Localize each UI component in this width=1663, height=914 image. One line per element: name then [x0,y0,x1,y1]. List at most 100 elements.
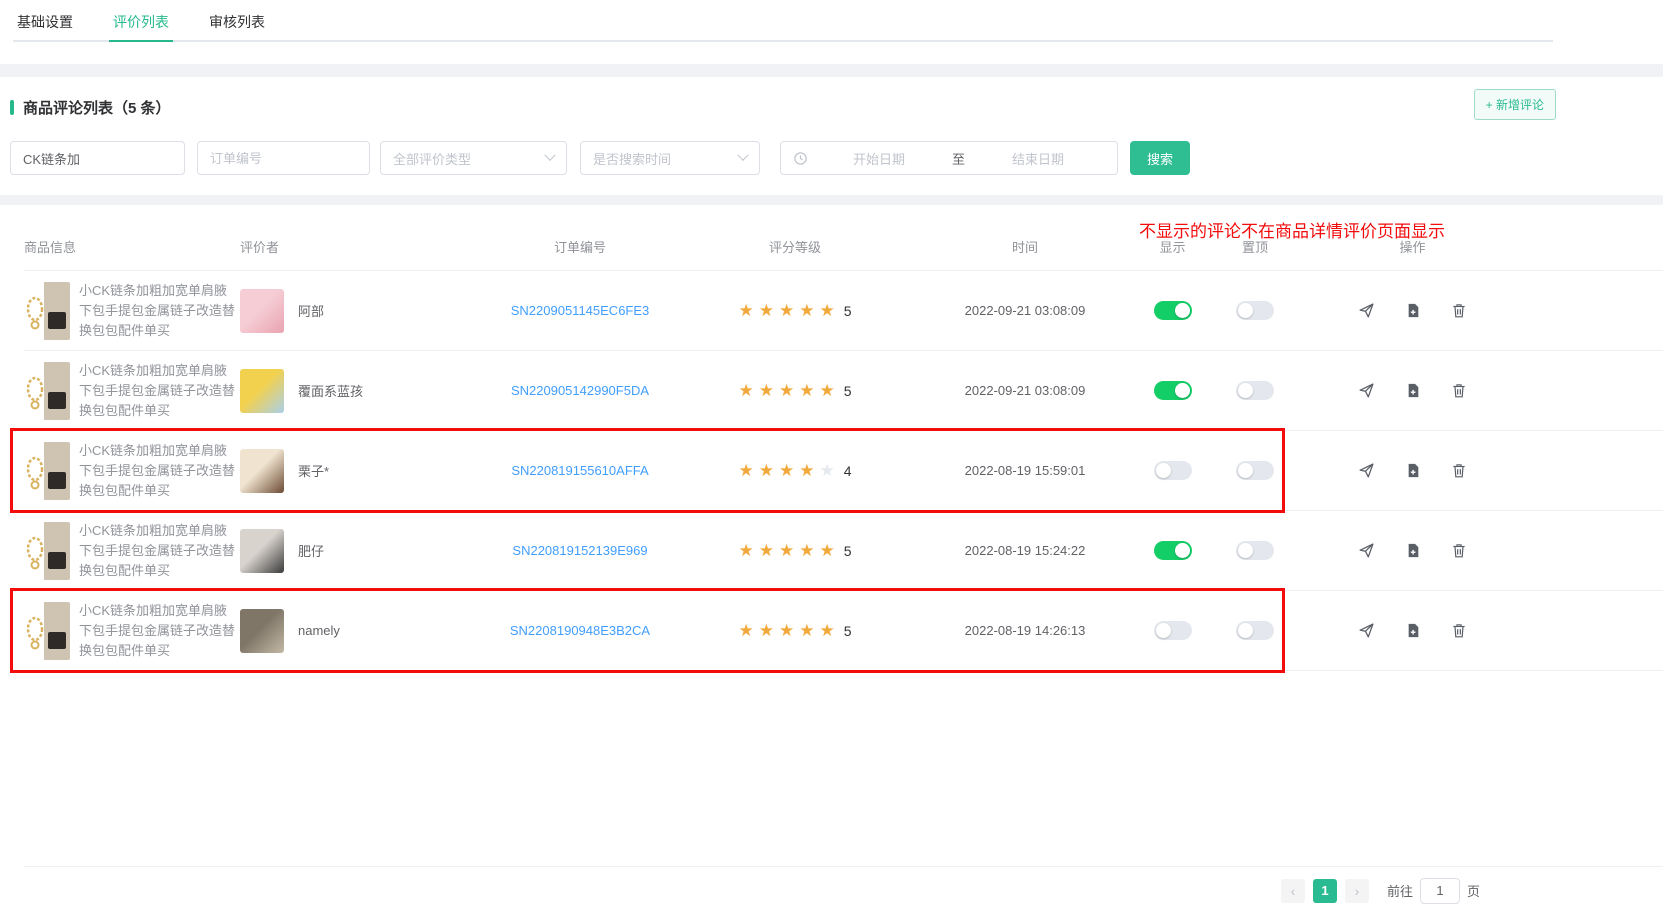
review-type-select[interactable]: 全部评价类型 [380,141,567,175]
star-icon: ★ [779,542,794,559]
toggle-knob [1156,463,1171,478]
next-page-button[interactable]: › [1345,879,1369,903]
delete-icon[interactable] [1451,462,1467,479]
add-document-icon[interactable] [1405,382,1421,399]
search-time-select[interactable]: 是否搜索时间 [580,141,760,175]
avatar [240,529,284,573]
star-icon: ★ [738,622,753,639]
product-thumbnail [24,442,70,500]
send-icon[interactable] [1358,302,1375,319]
tab-audit-list[interactable]: 审核列表 [205,0,269,42]
tab-bar: 基础设置评价列表审核列表 [0,0,1663,42]
send-icon[interactable] [1358,622,1375,639]
reviewer-name: 栗子* [298,461,329,480]
product-title: 小CK链条加粗加宽单肩腋下包手提包金属链子改造替换包包配件单买 [79,521,240,581]
star-icon: ★ [799,462,814,479]
add-review-button[interactable]: + 新增评论 [1474,89,1556,120]
toggle-knob [1175,303,1190,318]
show-cell [1120,301,1225,320]
product-title: 小CK链条加粗加宽单肩腋下包手提包金属链子改造替换包包配件单买 [79,361,240,421]
delete-icon[interactable] [1451,302,1467,319]
top-cell [1225,621,1285,640]
review-time: 2022-08-19 14:26:13 [930,623,1120,638]
star-icon: ★ [819,302,834,319]
top-toggle[interactable] [1236,381,1274,400]
actions-cell [1285,462,1540,479]
add-document-icon[interactable] [1405,542,1421,559]
rating-value: 4 [844,463,852,479]
show-toggle[interactable] [1154,301,1192,320]
star-icon: ★ [738,542,753,559]
add-document-icon[interactable] [1405,622,1421,639]
chevron-down-icon [737,150,748,161]
review-type-value: 全部评价类型 [393,149,471,168]
top-toggle[interactable] [1236,301,1274,320]
send-icon[interactable] [1358,542,1375,559]
show-cell [1120,381,1225,400]
rating-cell: ★★★★★ 5 [660,622,930,639]
top-toggle[interactable] [1236,461,1274,480]
delete-icon[interactable] [1451,622,1467,639]
rating-value: 5 [844,303,852,319]
star-icon: ★ [738,302,753,319]
product-info-cell: 小CK链条加粗加宽单肩腋下包手提包金属链子改造替换包包配件单买 [24,441,240,501]
product-thumbnail [24,522,70,580]
order-link[interactable]: SN2209051145EC6FE3 [511,303,650,318]
product-title: 小CK链条加粗加宽单肩腋下包手提包金属链子改造替换包包配件单买 [79,601,240,661]
order-link[interactable]: SN2208190948E3B2CA [510,623,650,638]
review-time: 2022-09-21 03:08:09 [930,303,1120,318]
product-info-cell: 小CK链条加粗加宽单肩腋下包手提包金属链子改造替换包包配件单买 [24,521,240,581]
show-toggle[interactable] [1154,461,1192,480]
search-button[interactable]: 搜索 [1130,141,1190,175]
goto-suffix: 页 [1467,881,1480,900]
pagination: ‹ 1 › 前往 页 [24,866,1663,914]
clock-icon [793,151,808,166]
table-row: 小CK链条加粗加宽单肩腋下包手提包金属链子改造替换包包配件单买 覆面系蓝孩 SN… [24,350,1663,430]
star-rating: ★★★★★ [738,622,834,639]
actions-cell [1285,622,1540,639]
tab-review-list[interactable]: 评价列表 [109,0,173,42]
section-divider [0,64,1663,77]
start-date-placeholder[interactable]: 开始日期 [812,149,946,168]
send-icon[interactable] [1358,382,1375,399]
rating-value: 5 [844,623,852,639]
top-cell [1225,461,1285,480]
product-title: 小CK链条加粗加宽单肩腋下包手提包金属链子改造替换包包配件单买 [79,281,240,341]
product-info-cell: 小CK链条加粗加宽单肩腋下包手提包金属链子改造替换包包配件单买 [24,281,240,341]
top-toggle[interactable] [1236,541,1274,560]
goto-page-input[interactable] [1420,878,1460,904]
order-link[interactable]: SN220819155610AFFA [511,463,648,478]
date-range-picker[interactable]: 开始日期 至 结束日期 [780,141,1118,175]
add-document-icon[interactable] [1405,462,1421,479]
end-date-placeholder[interactable]: 结束日期 [971,149,1105,168]
order-no-input[interactable] [197,141,370,175]
show-toggle[interactable] [1154,381,1192,400]
star-icon: ★ [738,462,753,479]
section-divider [0,195,1663,205]
order-link[interactable]: SN220905142990F5DA [511,383,649,398]
order-link[interactable]: SN220819152139E969 [512,543,647,558]
star-icon: ★ [819,462,834,479]
send-icon[interactable] [1358,462,1375,479]
actions-cell [1285,382,1540,399]
top-toggle[interactable] [1236,621,1274,640]
panel-title: 商品评论列表（5 条） [0,77,1663,118]
toggle-knob [1175,543,1190,558]
prev-page-button[interactable]: ‹ [1281,879,1305,903]
page-number-button[interactable]: 1 [1313,879,1337,903]
order-cell: SN220819152139E969 [500,543,660,558]
star-icon: ★ [819,542,834,559]
delete-icon[interactable] [1451,542,1467,559]
star-icon: ★ [759,622,774,639]
delete-icon[interactable] [1451,382,1467,399]
avatar [240,609,284,653]
product-thumbnail [24,602,70,660]
show-toggle[interactable] [1154,621,1192,640]
toggle-knob [1175,383,1190,398]
tab-basic-settings[interactable]: 基础设置 [13,0,77,42]
toggle-knob [1238,383,1253,398]
add-document-icon[interactable] [1405,302,1421,319]
title-accent-bar [10,100,14,115]
keyword-input[interactable] [10,141,185,175]
show-toggle[interactable] [1154,541,1192,560]
